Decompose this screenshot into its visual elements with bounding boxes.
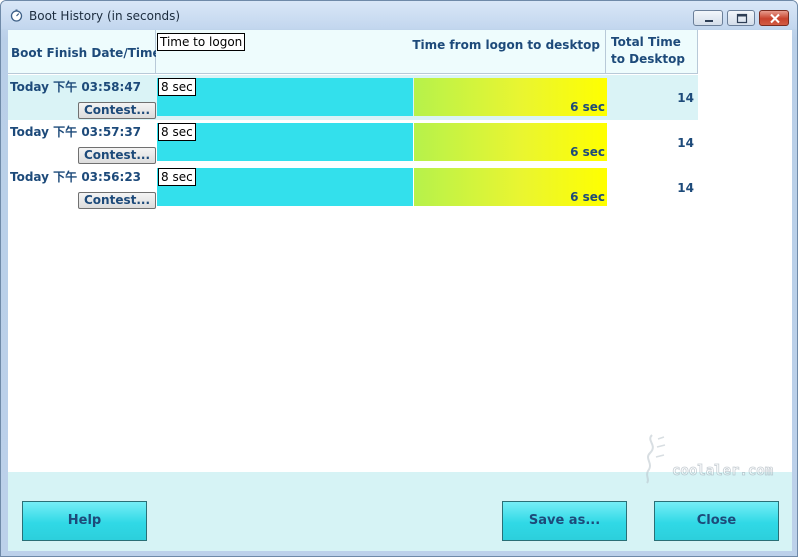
logon-to-desktop-bar: 6 sec <box>414 123 607 161</box>
time-to-logon-value: 8 sec <box>158 78 196 96</box>
window-title: Boot History (in seconds) <box>29 9 181 23</box>
close-window-button[interactable] <box>759 10 789 26</box>
help-button[interactable]: Help <box>22 501 147 541</box>
column-header-logon[interactable]: Time to logon Time from logon to desktop <box>156 30 606 73</box>
close-icon <box>770 13 780 24</box>
time-to-logon-bar: 8 sec <box>157 78 413 116</box>
watermark-logo: coolaler.com <box>646 434 774 484</box>
boot-finish-time: Today 下午 03:57:37 <box>10 125 142 139</box>
boot-finish-time: Today 下午 03:58:47 <box>10 80 142 94</box>
table-row[interactable]: Today 下午 03:57:37 Contest... 8 sec 6 sec… <box>8 120 698 165</box>
boot-history-window: Boot History (in seconds) Boot Finish Da… <box>0 0 798 557</box>
logon-to-desktop-value: 6 sec <box>570 100 605 114</box>
time-to-logon-value: 8 sec <box>158 123 196 141</box>
logon-to-desktop-bar: 6 sec <box>414 168 607 206</box>
logon-to-desktop-value: 6 sec <box>570 145 605 159</box>
boot-history-table: Boot Finish Date/Time Time to logon Time… <box>8 30 792 472</box>
column-header-total[interactable]: Total Time to Desktop <box>606 30 698 73</box>
close-button[interactable]: Close <box>654 501 779 541</box>
contest-button[interactable]: Contest... <box>78 147 156 164</box>
stopwatch-icon <box>10 9 23 22</box>
column-header-date[interactable]: Boot Finish Date/Time <box>8 30 161 73</box>
total-time-value: 14 <box>677 136 694 150</box>
maximize-icon <box>736 13 748 24</box>
time-to-logon-bar: 8 sec <box>157 168 413 206</box>
logon-to-desktop-value: 6 sec <box>570 190 605 204</box>
minimize-icon <box>705 20 713 22</box>
column-header-logon-label: Time to logon <box>157 33 246 51</box>
contest-button[interactable]: Contest... <box>78 102 156 119</box>
logon-to-desktop-bar: 6 sec <box>414 78 607 116</box>
minimize-button[interactable] <box>693 10 723 26</box>
boot-finish-time: Today 下午 03:56:23 <box>10 170 142 184</box>
column-header-logon-to-desktop-label: Time from logon to desktop <box>412 38 600 52</box>
header-divider <box>8 73 698 74</box>
column-header-total-label: Total Time to Desktop <box>611 35 685 66</box>
watermark-text: coolaler.com <box>672 463 773 479</box>
column-header-date-label: Boot Finish Date/Time <box>11 46 161 60</box>
title-bar[interactable]: Boot History (in seconds) <box>1 1 797 29</box>
total-time-value: 14 <box>677 181 694 195</box>
total-time-value: 14 <box>677 91 694 105</box>
time-to-logon-bar: 8 sec <box>157 123 413 161</box>
contest-button[interactable]: Contest... <box>78 192 156 209</box>
save-as-button[interactable]: Save as... <box>502 501 627 541</box>
time-to-logon-value: 8 sec <box>158 168 196 186</box>
maximize-button[interactable] <box>727 10 755 26</box>
table-row[interactable]: Today 下午 03:58:47 Contest... 8 sec 6 sec… <box>8 75 698 120</box>
table-row[interactable]: Today 下午 03:56:23 Contest... 8 sec 6 sec… <box>8 165 698 210</box>
